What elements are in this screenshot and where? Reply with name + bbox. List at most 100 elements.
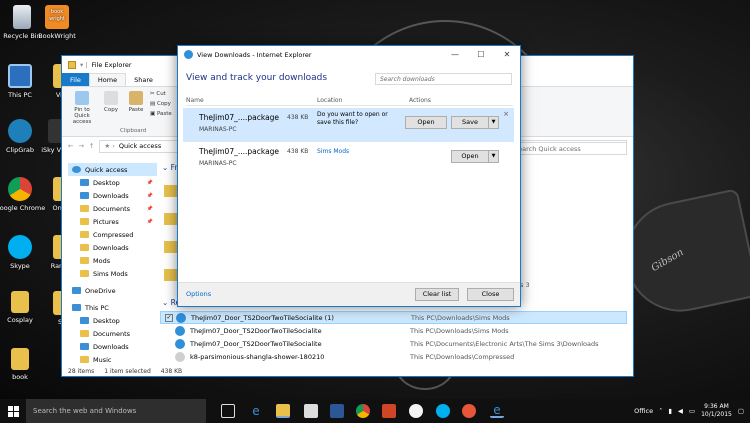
volume-icon[interactable]: ◀ <box>678 407 683 415</box>
nav-item[interactable]: OneDrive <box>68 284 157 297</box>
nav-item[interactable]: Mods <box>68 254 157 267</box>
nav-item[interactable]: Quick access <box>68 163 157 176</box>
download-source: MARINAS-PC <box>199 126 237 133</box>
minimize-icon[interactable]: — <box>442 46 468 63</box>
chevron-down-icon[interactable]: ▼ <box>488 116 499 129</box>
nav-item[interactable]: Downloads <box>68 340 157 353</box>
tab-file[interactable]: File <box>62 73 89 86</box>
internet-explorer-taskbar-icon[interactable]: e <box>490 404 504 418</box>
nav-item[interactable]: Documents 📌 <box>68 202 157 215</box>
cut-button[interactable]: ✂ Cut <box>150 89 172 99</box>
view-downloads-window[interactable]: View Downloads - Internet Explorer — ☐ ✕… <box>177 45 521 307</box>
office-tray-label[interactable]: Office <box>634 407 653 415</box>
folder-icon[interactable] <box>164 241 178 253</box>
download-item[interactable]: TheJim07_....package MARINAS-PC 438 KB D… <box>183 108 514 142</box>
nav-item[interactable]: Downloads <box>68 241 157 254</box>
downloads-search-input[interactable]: Search downloads <box>375 73 512 85</box>
nav-item[interactable]: Sims Mods <box>68 267 157 280</box>
download-source: MARINAS-PC <box>199 160 237 167</box>
recent-file-row[interactable]: TheJim07_Door_TS2DoorTwoTileSocialite Thi… <box>160 324 627 337</box>
word-icon[interactable] <box>330 404 344 418</box>
nav-item[interactable]: Downloads 📌 <box>68 189 157 202</box>
nav-item[interactable]: Desktop 📌 <box>68 176 157 189</box>
close-icon[interactable]: ✕ <box>494 46 520 63</box>
folder-icon[interactable] <box>164 269 178 281</box>
options-link[interactable]: Options <box>186 290 211 298</box>
recent-file-row[interactable]: k8-parsimonious-shangla-shower-180210 Thi… <box>160 350 627 363</box>
star-icon: ★ › <box>104 142 115 150</box>
clear-list-button[interactable]: Clear list <box>415 288 459 301</box>
desktop-icon-chrome[interactable]: Google Chrome <box>0 177 50 212</box>
folder-icon <box>80 330 89 337</box>
recent-file-row[interactable]: TheJim07_Door_TS2DoorTwoTileSocialite Thi… <box>160 337 627 350</box>
battery-icon[interactable]: ▭ <box>689 407 695 415</box>
desktop-icon-book[interactable]: book <box>0 348 50 381</box>
powerpoint-icon[interactable] <box>382 404 396 418</box>
task-view-icon[interactable] <box>221 404 235 418</box>
up-arrow-icon[interactable]: ↑ <box>89 142 94 150</box>
desktop-icon-cosplay[interactable]: Cosplay <box>0 291 50 324</box>
start-button[interactable] <box>8 406 19 417</box>
skype-icon <box>8 235 32 259</box>
edge-icon[interactable]: e <box>249 404 263 418</box>
recent-file-row[interactable]: ✓ TheJim07_Door_TS2DoorTwoTileSocialite (… <box>160 311 627 324</box>
ribbon-group-label: Clipboard <box>120 128 147 134</box>
download-location-link[interactable]: Sims Mods <box>317 148 349 155</box>
nav-item[interactable]: This PC <box>68 301 157 314</box>
chevron-up-icon[interactable]: ˄ <box>659 407 662 415</box>
app-icon[interactable] <box>462 404 476 418</box>
download-item[interactable]: TheJim07_....package MARINAS-PC 438 KB S… <box>183 142 514 176</box>
nav-item[interactable]: Pictures 📌 <box>68 215 157 228</box>
nav-item[interactable]: Compressed <box>68 228 157 241</box>
copy-path-button[interactable]: ▤ Copy <box>150 99 172 109</box>
network-icon[interactable]: ▮ <box>668 407 672 415</box>
column-name[interactable]: Name <box>186 97 204 104</box>
nav-item[interactable]: Desktop <box>68 314 157 327</box>
folder-icon <box>68 60 76 69</box>
maximize-icon[interactable]: ☐ <box>468 46 494 63</box>
desktop-icon-bookwright[interactable]: book wright BookWright <box>27 5 87 40</box>
system-tray: Office ˄ ▮ ◀ ▭ 9:36 AM 10/1/2015 ▢ <box>634 399 744 423</box>
save-button[interactable]: Save <box>451 116 489 129</box>
copy-button[interactable]: Copy <box>102 91 120 113</box>
itunes-icon[interactable] <box>409 404 423 418</box>
file-name: TheJim07_Door_TS2DoorTwoTileSocialite (1… <box>191 313 334 322</box>
desktop-icon-this-pc[interactable]: This PC <box>0 64 50 99</box>
open-button[interactable]: Open <box>451 150 489 163</box>
folder-icon[interactable] <box>164 185 178 197</box>
file-icon <box>176 312 186 323</box>
store-icon[interactable] <box>304 404 318 418</box>
checkbox[interactable]: ✓ <box>165 313 173 322</box>
folder-icon <box>80 356 89 363</box>
internet-explorer-icon <box>184 50 193 59</box>
nav-item[interactable]: Music <box>68 353 157 366</box>
open-button[interactable]: Open <box>405 116 447 129</box>
skype-icon[interactable] <box>436 404 450 418</box>
nav-item-label: Sims Mods <box>93 269 128 278</box>
nav-item-label: This PC <box>85 303 109 312</box>
nav-item-label: Downloads <box>93 342 129 351</box>
clock[interactable]: 9:36 AM 10/1/2015 <box>701 403 732 419</box>
tab-home[interactable]: Home <box>88 73 127 86</box>
paste-button[interactable]: Paste <box>126 91 146 113</box>
nav-item[interactable]: Documents <box>68 327 157 340</box>
quick-access-toolbar[interactable]: ▾ | <box>80 61 88 69</box>
taskbar-search-input[interactable]: Search the web and Windows <box>26 399 206 423</box>
forward-arrow-icon[interactable]: → <box>78 142 83 150</box>
chevron-down-icon[interactable]: ▼ <box>488 150 499 163</box>
folder-icon <box>80 257 89 264</box>
paste-shortcut-button[interactable]: ▣ Paste <box>150 109 172 119</box>
pin-quick-access-button[interactable]: Pin to Quick access <box>66 91 98 125</box>
close-button[interactable]: Close <box>467 288 514 301</box>
downloads-column-headers: Name Location Actions <box>186 96 513 106</box>
tab-share[interactable]: Share <box>126 73 161 86</box>
desktop-icon-skype[interactable]: Skype <box>0 235 50 270</box>
desktop-icon-label: Google Chrome <box>0 204 46 212</box>
dismiss-icon[interactable]: × <box>503 110 509 118</box>
folder-icon[interactable] <box>164 213 178 225</box>
notifications-icon[interactable]: ▢ <box>738 407 744 415</box>
column-location[interactable]: Location <box>317 97 342 104</box>
back-arrow-icon[interactable]: ← <box>68 142 73 150</box>
chrome-icon[interactable] <box>356 404 370 418</box>
file-explorer-taskbar-icon[interactable] <box>276 404 290 418</box>
